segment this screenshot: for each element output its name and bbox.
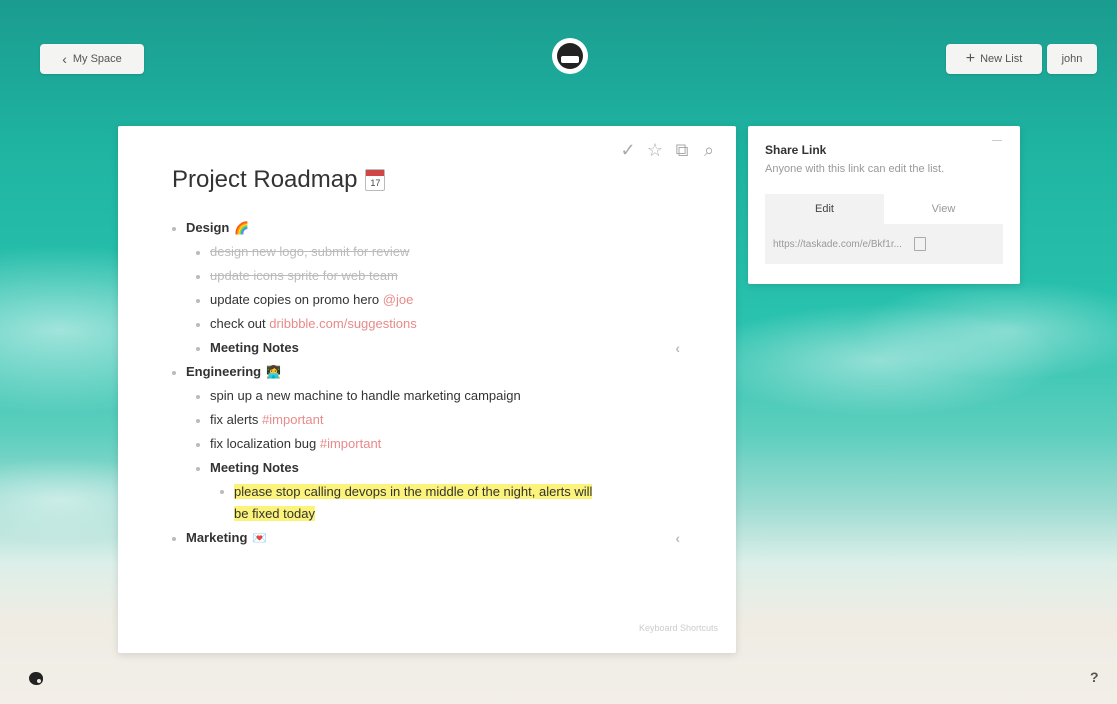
- item-text: check out: [210, 316, 266, 331]
- my-space-label: My Space: [72, 53, 122, 65]
- title-text: Project Roadmap: [172, 166, 358, 193]
- search-icon[interactable]: ⌕: [700, 140, 718, 161]
- share-link-field[interactable]: https://taskade.com/e/Bkf1r...: [765, 224, 1003, 264]
- rainbow-icon: 🌈: [234, 221, 250, 235]
- item-text: fix alerts: [210, 412, 259, 427]
- tab-view[interactable]: View: [884, 194, 1003, 224]
- hashtag[interactable]: #important: [262, 412, 323, 427]
- list-item[interactable]: Design 🌈: [170, 216, 710, 240]
- item-text: spin up a new machine to handle marketin…: [210, 388, 521, 403]
- bullet-icon[interactable]: [196, 323, 200, 327]
- item-text: update icons sprite for web team: [210, 268, 398, 283]
- bullet-icon[interactable]: [196, 299, 200, 303]
- list-item[interactable]: please stop calling devops in the middle…: [170, 480, 710, 526]
- list-item[interactable]: update copies on promo hero @joe: [170, 288, 710, 312]
- keyboard-shortcuts-link[interactable]: Keyboard Shortcuts: [639, 623, 718, 633]
- love-letter-icon: 💌: [252, 531, 268, 545]
- item-text: Marketing: [186, 530, 248, 545]
- logo-icon: [557, 43, 583, 69]
- list-item[interactable]: Engineering 👩‍💻: [170, 360, 710, 384]
- item-text: Meeting Notes: [210, 460, 299, 475]
- item-text: design new logo, submit for review: [210, 244, 410, 259]
- page-title[interactable]: Project Roadmap 17: [172, 166, 386, 194]
- bullet-icon[interactable]: [196, 347, 200, 351]
- share-title: Share Link: [765, 143, 827, 157]
- share-panel: Share Link Anyone with this link can edi…: [748, 126, 1020, 284]
- bullet-icon[interactable]: [172, 537, 176, 541]
- share-tabs: Edit View: [765, 194, 1003, 224]
- bullet-icon[interactable]: [196, 395, 200, 399]
- share-url[interactable]: https://taskade.com/e/Bkf1r...: [773, 239, 902, 250]
- app-logo[interactable]: [552, 38, 588, 74]
- list-item[interactable]: fix localization bug #important: [170, 432, 710, 456]
- card-toolbar: ✓ ☆ ⧉ ⌕: [619, 140, 718, 161]
- list-item[interactable]: check out dribbble.com/suggestions: [170, 312, 710, 336]
- list-item[interactable]: update icons sprite for web team: [170, 264, 710, 288]
- bullet-icon[interactable]: [196, 275, 200, 279]
- bullet-icon[interactable]: [196, 419, 200, 423]
- user-label: john: [1061, 53, 1083, 65]
- new-list-label: New List: [980, 53, 1023, 65]
- item-text: update copies on promo hero: [210, 292, 380, 307]
- list-card: ✓ ☆ ⧉ ⌕ Project Roadmap 17 Design 🌈 desig…: [118, 126, 736, 653]
- chevron-left-icon[interactable]: ‹: [675, 526, 680, 550]
- mention-tag[interactable]: @joe: [383, 292, 414, 307]
- item-text: Design: [186, 220, 230, 235]
- bullet-icon[interactable]: [220, 490, 224, 494]
- calendar-icon: 17: [365, 169, 386, 191]
- my-space-button[interactable]: ‹ My Space: [40, 44, 144, 74]
- list-item[interactable]: spin up a new machine to handle marketin…: [170, 384, 710, 408]
- list-item[interactable]: fix alerts #important: [170, 408, 710, 432]
- help-button[interactable]: ?: [1090, 669, 1099, 685]
- palette-icon: [29, 671, 43, 685]
- new-list-button[interactable]: + New List: [946, 44, 1042, 74]
- copy-icon[interactable]: ⧉: [673, 140, 691, 161]
- list-item[interactable]: Meeting Notes ‹: [170, 336, 710, 360]
- chevron-left-icon: ‹: [62, 51, 67, 67]
- bullet-icon[interactable]: [196, 467, 200, 471]
- minimize-icon[interactable]: [992, 140, 1002, 141]
- chevron-left-icon[interactable]: ‹: [675, 336, 680, 360]
- star-icon[interactable]: ☆: [646, 140, 664, 161]
- bullet-icon[interactable]: [172, 371, 176, 375]
- bullet-icon[interactable]: [196, 251, 200, 255]
- item-text: Meeting Notes: [210, 340, 299, 355]
- user-menu-button[interactable]: john: [1047, 44, 1097, 74]
- plus-icon: +: [965, 50, 976, 67]
- highlighted-text: please stop calling devops in the middle…: [234, 484, 593, 499]
- highlighted-text: be fixed today: [234, 506, 315, 521]
- check-icon[interactable]: ✓: [619, 140, 637, 161]
- share-subtitle: Anyone with this link can edit the list.: [765, 163, 945, 175]
- list-item[interactable]: Marketing 💌 ‹: [170, 526, 710, 550]
- theme-palette-button[interactable]: [26, 668, 46, 688]
- outline-tree: Design 🌈 design new logo, submit for revi…: [170, 216, 710, 550]
- item-text: Engineering: [186, 364, 262, 379]
- bullet-icon[interactable]: [172, 227, 176, 231]
- tab-edit[interactable]: Edit: [765, 194, 884, 224]
- list-item[interactable]: design new logo, submit for review: [170, 240, 710, 264]
- copy-link-icon[interactable]: [910, 234, 926, 251]
- link[interactable]: dribbble.com/suggestions: [269, 316, 416, 331]
- item-text: fix localization bug: [210, 436, 317, 451]
- technologist-icon: 👩‍💻: [266, 365, 282, 379]
- hashtag[interactable]: #important: [320, 436, 381, 451]
- list-item[interactable]: Meeting Notes: [170, 456, 710, 480]
- bullet-icon[interactable]: [196, 443, 200, 447]
